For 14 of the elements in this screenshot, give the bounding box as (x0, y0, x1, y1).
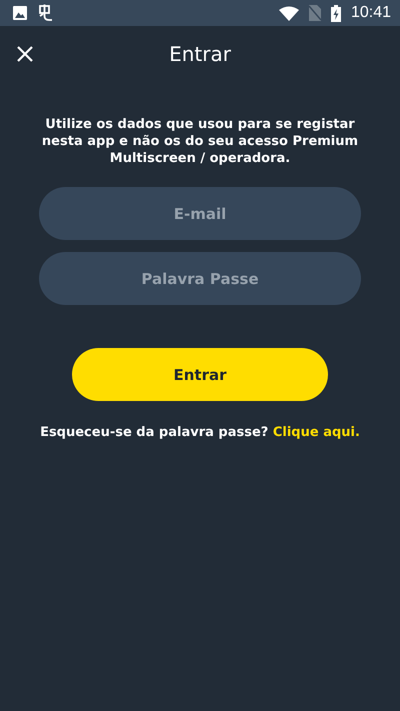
password-field[interactable]: Palavra Passe (39, 252, 361, 305)
email-field[interactable]: E-mail (39, 187, 361, 240)
wifi-icon (278, 6, 299, 20)
screen-title: Entrar (169, 42, 231, 66)
login-button[interactable]: Entrar (72, 348, 328, 401)
intro-text: Utilize os dados que usou para se registar nesta app e não os do seu acesso Premium Multiscreen / operadora. (40, 116, 360, 167)
no-sim-icon (308, 5, 321, 21)
close-icon (17, 46, 33, 62)
image-icon (13, 6, 27, 20)
click-here-link[interactable]: Clique aqui. (272, 425, 360, 440)
notification-icon (37, 4, 55, 22)
status-time: 10:41 (350, 4, 391, 22)
forgot-password-text: Esqueceu-se da palavra passe? Clique aqui. (40, 425, 360, 440)
battery-charging-icon (330, 4, 341, 22)
